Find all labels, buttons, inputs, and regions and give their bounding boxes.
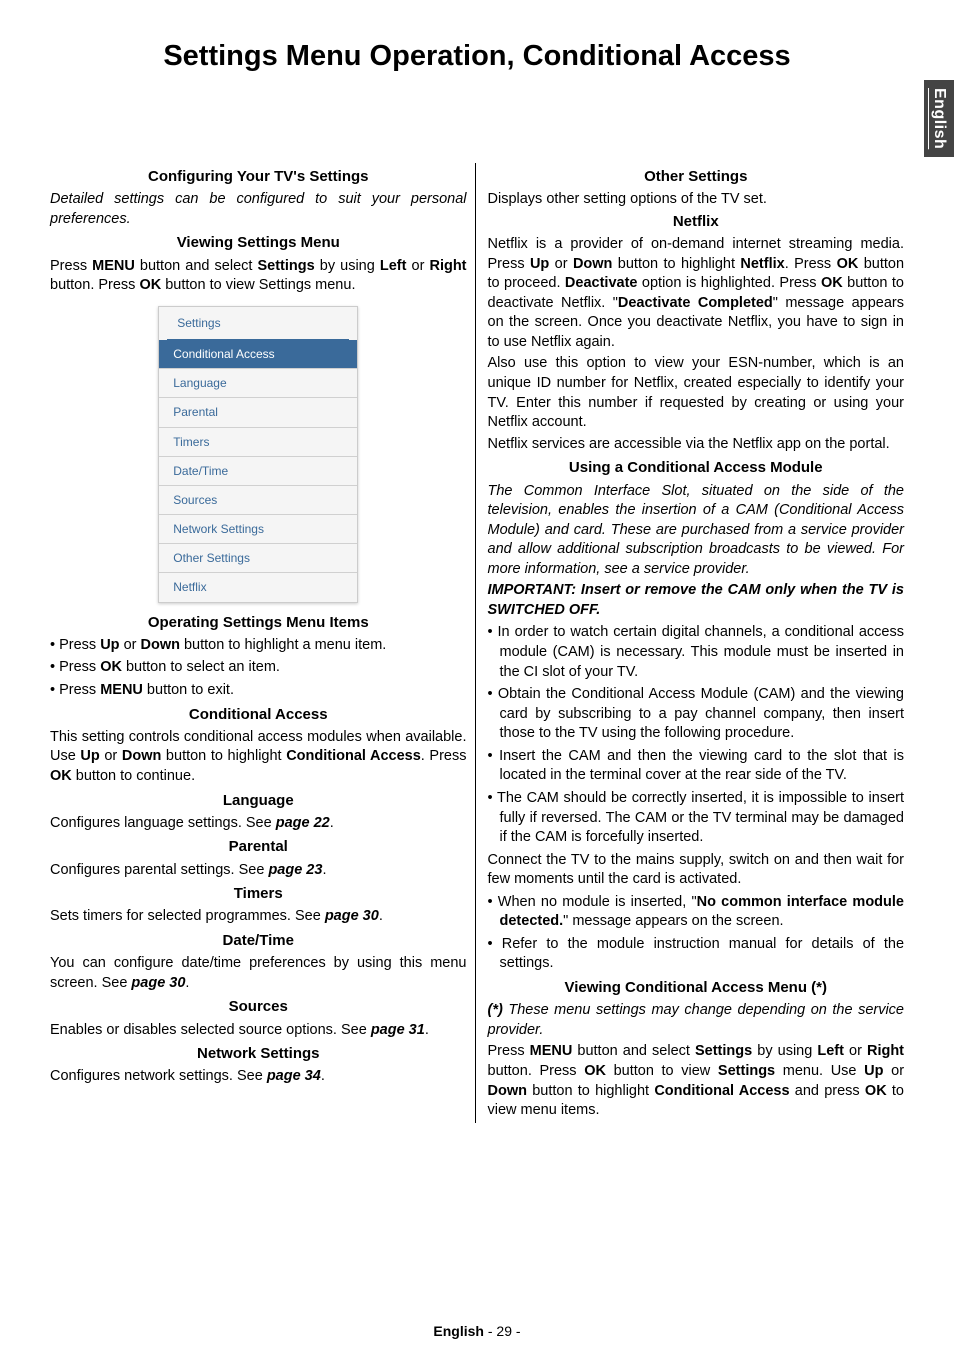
heading-sources: Sources [50, 997, 467, 1017]
text-view-asterisk: (*) (*) These menu settings may change d… [488, 1001, 905, 1040]
heading-configuring: Configuring Your TV's Settings [50, 167, 467, 187]
text-other: Displays other setting options of the TV… [488, 190, 905, 210]
text-sources: Enables or disables selected source opti… [50, 1021, 467, 1041]
footer-language: English [433, 1323, 484, 1339]
settings-menu-screenshot: Settings Conditional Access Language Par… [158, 306, 358, 603]
text-cam-intro: The Common Interface Slot, situated on t… [488, 482, 905, 580]
list-item-cam3: Insert the CAM and then the viewing card… [488, 747, 905, 786]
main-title: Settings Menu Operation, Conditional Acc… [50, 40, 904, 73]
list-item-op1: Press Up or Down button to highlight a m… [50, 636, 467, 656]
heading-operating: Operating Settings Menu Items [50, 613, 467, 633]
heading-parental: Parental [50, 837, 467, 857]
settings-box-title: Settings [167, 307, 349, 340]
settings-item-netflix: Netflix [159, 573, 357, 601]
left-column: Configuring Your TV's Settings Detailed … [50, 163, 476, 1123]
text-network: Configures network settings. See page 34… [50, 1067, 467, 1087]
list-item-cam2: Obtain the Conditional Access Module (CA… [488, 685, 905, 744]
text-conditional: This setting controls conditional access… [50, 728, 467, 787]
settings-item-datetime: Date/Time [159, 457, 357, 486]
language-tab: English [924, 80, 954, 157]
heading-view-cam: Viewing Conditional Access Menu (*) [488, 978, 905, 998]
settings-item-other: Other Settings [159, 544, 357, 573]
list-item-op2: Press OK button to select an item. [50, 658, 467, 678]
settings-item-sources: Sources [159, 486, 357, 515]
right-column: Other Settings Displays other setting op… [488, 163, 905, 1123]
list-item-cam6: Refer to the module instruction manual f… [488, 935, 905, 974]
text-timers: Sets timers for selected programmes. See… [50, 907, 467, 927]
text-cam-connect: Connect the TV to the mains supply, swit… [488, 851, 905, 890]
text-datetime: You can configure date/time preferences … [50, 954, 467, 993]
list-item-cam5: When no module is inserted, "No common i… [488, 893, 905, 932]
list-item-cam4: The CAM should be correctly inserted, it… [488, 789, 905, 848]
list-item-op3: Press MENU button to exit. [50, 681, 467, 701]
heading-other: Other Settings [488, 167, 905, 187]
settings-item-parental: Parental [159, 398, 357, 427]
list-item-cam1: In order to watch certain digital channe… [488, 623, 905, 682]
heading-timers: Timers [50, 884, 467, 904]
heading-netflix: Netflix [488, 212, 905, 232]
text-language: Configures language settings. See page 2… [50, 814, 467, 834]
text-netflix-portal: Netflix services are accessible via the … [488, 435, 905, 455]
heading-cam: Using a Conditional Access Module [488, 458, 905, 478]
heading-datetime: Date/Time [50, 931, 467, 951]
text-viewing: Press MENU button and select Settings by… [50, 257, 467, 296]
text-netflix-1: Netflix is a provider of on-demand inter… [488, 235, 905, 352]
page-footer: English - 29 - [0, 1323, 954, 1339]
footer-page-number: - 29 - [484, 1323, 521, 1339]
settings-item-network: Network Settings [159, 515, 357, 544]
heading-network: Network Settings [50, 1044, 467, 1064]
text-cam-important: IMPORTANT: Insert or remove the CAM only… [488, 581, 905, 620]
settings-item-conditional: Conditional Access [159, 340, 357, 369]
text-configuring-intro: Detailed settings can be configured to s… [50, 190, 467, 229]
text-netflix-esn: Also use this option to view your ESN-nu… [488, 354, 905, 432]
heading-conditional: Conditional Access [50, 705, 467, 725]
heading-viewing: Viewing Settings Menu [50, 233, 467, 253]
settings-item-timers: Timers [159, 428, 357, 457]
text-view-cam: Press MENU button and select Settings by… [488, 1042, 905, 1120]
text-parental: Configures parental settings. See page 2… [50, 861, 467, 881]
settings-item-language: Language [159, 369, 357, 398]
heading-language: Language [50, 791, 467, 811]
